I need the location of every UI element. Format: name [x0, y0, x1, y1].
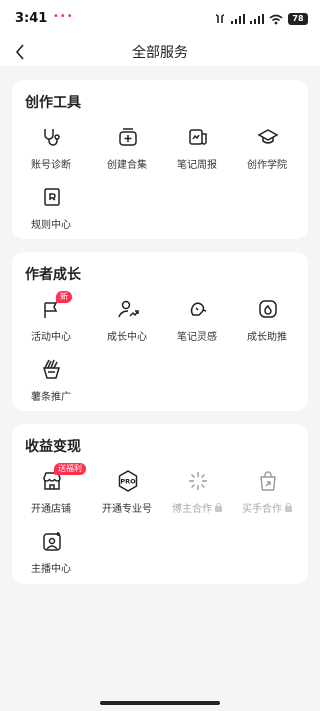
collection-add-icon [117, 126, 139, 148]
item-label: 创作学院 [247, 160, 287, 171]
item-label: 薯条推广 [31, 392, 71, 403]
lightbulb-icon [187, 298, 209, 320]
activity-center-item[interactable]: 新 活动中心 [14, 291, 88, 354]
monetization-card: 收益变现 送福利 开通店铺 PRO 开通专业号 博主合作 买手合作 主播中心 [12, 424, 308, 584]
account-diagnosis-item[interactable]: 账号诊断 [14, 126, 88, 182]
item-label-row: 买手合作 [230, 500, 304, 515]
section-title: 作者成长 [25, 267, 81, 283]
item-label: 博主合作 [172, 504, 212, 515]
status-time: 3:41 [15, 11, 48, 26]
new-badge: 新 [56, 291, 72, 303]
open-shop-item[interactable]: 送福利 开通店铺 [14, 463, 88, 526]
notification-dots: ••• [53, 11, 74, 22]
report-chart-icon [187, 126, 209, 148]
status-icons: 78 [214, 12, 308, 26]
item-label: 账号诊断 [31, 160, 71, 171]
signal-icon-2 [250, 14, 264, 24]
pro-text: PRO [120, 478, 136, 486]
open-pro-account-item[interactable]: PRO 开通专业号 [90, 470, 164, 526]
item-label: 开通专业号 [102, 504, 152, 515]
pro-account-icon: PRO [117, 470, 139, 492]
home-indicator [100, 701, 220, 705]
creator-academy-item[interactable]: 创作学院 [230, 126, 304, 182]
status-bar: 3:41 ••• 78 [0, 0, 320, 38]
section-title: 收益变现 [25, 439, 81, 455]
user-growth-icon [117, 298, 139, 320]
item-label: 笔记周报 [177, 160, 217, 171]
shopping-bag-icon [257, 470, 279, 492]
stethoscope-icon [41, 126, 63, 148]
page-title: 全部服务 [132, 45, 188, 61]
signal-icon [231, 14, 245, 24]
battery-indicator: 78 [288, 13, 308, 25]
note-inspiration-item[interactable]: 笔记灵感 [160, 298, 234, 354]
lock-icon [285, 503, 292, 512]
growth-center-item[interactable]: 成长中心 [90, 298, 164, 354]
create-collection-item[interactable]: 创建合集 [90, 126, 164, 182]
item-label: 买手合作 [242, 504, 282, 515]
creation-tools-card: 创作工具 账号诊断 创建合集 笔记周报 创作学院 规则中心 [12, 80, 308, 239]
streamer-icon [41, 530, 63, 552]
item-label: 笔记灵感 [177, 332, 217, 343]
author-growth-card: 作者成长 新 活动中心 成长中心 笔记灵感 成长助推 薯条推广 [12, 252, 308, 411]
rule-book-icon [41, 186, 63, 208]
growth-boost-item[interactable]: 成长助推 [230, 298, 304, 354]
item-label: 成长中心 [107, 332, 147, 343]
section-title: 创作工具 [25, 95, 81, 111]
item-label: 创建合集 [107, 160, 147, 171]
fries-promo-icon [41, 358, 63, 380]
weekly-report-item[interactable]: 笔记周报 [160, 126, 234, 182]
item-label-row: 博主合作 [160, 500, 234, 515]
item-label: 规则中心 [31, 220, 71, 231]
blogger-cooperation-item[interactable]: 博主合作 [160, 470, 234, 526]
graduation-cap-icon [257, 126, 279, 148]
buyer-cooperation-item[interactable]: 买手合作 [230, 470, 304, 526]
item-label: 主播中心 [31, 564, 71, 575]
item-label: 活动中心 [31, 332, 71, 343]
sparkle-cooperation-icon [187, 470, 209, 492]
streamer-center-item[interactable]: 主播中心 [14, 530, 88, 586]
rule-center-item[interactable]: 规则中心 [14, 186, 88, 242]
lock-icon [215, 503, 222, 512]
fries-promotion-item[interactable]: 薯条推广 [14, 358, 88, 414]
nav-bar: 全部服务 [0, 38, 320, 66]
flame-boost-icon [257, 298, 279, 320]
item-label: 开通店铺 [31, 504, 71, 515]
item-label: 成长助推 [247, 332, 287, 343]
wifi-icon [269, 14, 283, 24]
benefit-badge: 送福利 [54, 463, 86, 475]
earbuds-icon [215, 14, 225, 23]
